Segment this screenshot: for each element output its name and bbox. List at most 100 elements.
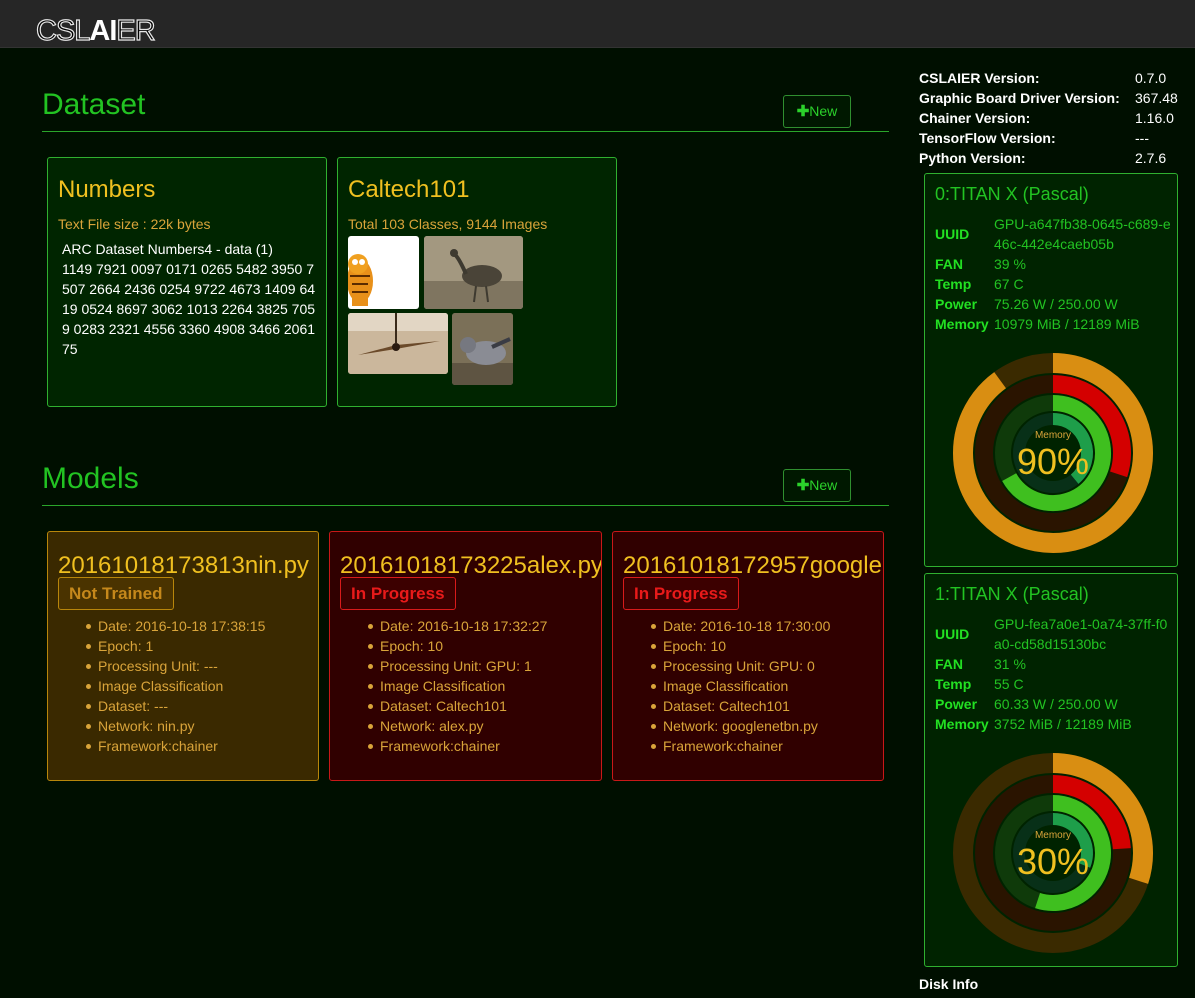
list-item: Date: 2016-10-18 17:30:00 [650,618,831,634]
gpu-title: 0:TITAN X (Pascal) [935,184,1089,204]
gauge-percent: 30% [1017,841,1089,882]
version-label: Chainer Version: [919,110,1031,126]
gpu-label: UUID [935,626,970,642]
new-model-label: New [809,477,838,493]
gpu-card: 0:TITAN X (Pascal) UUID GPU-a647fb38-0645… [924,173,1178,567]
plus-icon: ✚ [796,103,810,120]
models-divider [42,505,889,506]
model-card[interactable]: 20161018173813nin.py Not Trained Date: 2… [47,531,319,781]
disk-info-title: Disk Info [919,976,979,992]
gpu-label: Power [935,696,978,712]
version-label: Python Version: [919,150,1026,166]
gpu-label: Temp [935,676,972,692]
version-value: 367.48 [1135,90,1178,106]
app-logo[interactable]: CSLAIER [35,13,157,49]
list-item: Image Classification [650,676,830,696]
status-badge: In Progress [623,577,739,610]
list-item: Date: 2016-10-18 17:38:15 [85,618,266,634]
dataset-card-numbers[interactable]: Numbers Text File size : 22k bytes ARC D… [47,157,327,407]
gpu-title: 1:TITAN X (Pascal) [935,584,1089,604]
logo-prefix: CSL [35,14,91,47]
dataset-name: Caltech101 [348,176,470,203]
new-model-button[interactable]: ✚New [783,469,851,502]
version-value: 0.7.0 [1135,70,1167,86]
gauge-label: Memory [1035,430,1071,441]
gpu-label: FAN [935,656,963,672]
gauge-percent: 90% [1017,441,1089,482]
version-row: TensorFlow Version: --- [919,128,1181,148]
thumbnail-garfield [348,236,419,309]
thumbnail-emu [424,236,523,309]
list-item: Network: alex.py [367,716,547,736]
gpu-label: UUID [935,226,970,242]
gpu-memory-gauge: Memory 30% [953,753,1153,953]
plus-icon: ✚ [796,477,810,494]
gpu-temp: 67 C [994,276,1024,292]
gpu-temp: 55 C [994,676,1024,692]
thumbnail-pigeon [452,313,513,385]
list-item: Date: 2016-10-18 17:32:27 [367,618,548,634]
status-badge: In Progress [340,577,456,610]
version-value: 1.16.0 [1135,110,1174,126]
status-badge: Not Trained [58,577,174,610]
model-name: 20161018173813nin.py [58,552,309,579]
version-row: Graphic Board Driver Version: 367.48 [919,88,1181,108]
version-value: --- [1135,130,1149,146]
dataset-section-title: Dataset [42,88,146,121]
version-row: Python Version: 2.7.6 [919,148,1181,168]
gauge-label: Memory [1035,830,1071,841]
top-bar: CSLAIER [0,0,1195,48]
dataset-preview-text: ARC Dataset Numbers4 - data (1) 1149 792… [62,241,316,357]
gpu-label: Memory [935,316,989,332]
list-item: Image Classification [367,676,547,696]
model-card[interactable]: 20161018173225alex.py In Progress Date: … [329,531,602,781]
gpu-label: Power [935,296,978,312]
list-item: Processing Unit: --- [85,656,265,676]
gpu-label: FAN [935,256,963,272]
list-item: Framework:chainer [85,736,265,756]
dataset-divider [42,131,889,132]
new-dataset-label: New [809,103,838,119]
gpu-memory: 3752 MiB / 12189 MiB [994,716,1132,732]
list-item: Network: nin.py [85,716,265,736]
model-card[interactable]: 20161018172957googlenetbn.py In Progress… [612,531,884,781]
gpu-memory: 10979 MiB / 12189 MiB [994,316,1140,332]
logo-suffix: ER [116,14,157,47]
gpu-label: Temp [935,276,972,292]
model-details: Date: 2016-10-18 17:38:15 Epoch: 1 Proce… [85,616,266,756]
version-label: TensorFlow Version: [919,130,1056,146]
list-item: Epoch: 10 [367,636,547,656]
gpu-uuid: GPU-a647fb38-0645-c689-e46c-442e4caeb05b [994,216,1171,252]
list-item: Framework:chainer [650,736,830,756]
version-label: Graphic Board Driver Version: [919,90,1120,106]
gpu-card: 1:TITAN X (Pascal) UUID GPU-fea7a0e1-0a74… [924,573,1178,967]
dataset-card-caltech101[interactable]: Caltech101 Total 103 Classes, 9144 Image… [337,157,617,407]
dataset-subtitle: Text File size : 22k bytes [58,216,211,232]
version-row: CSLAIER Version: 0.7.0 [919,68,1181,88]
version-info: CSLAIER Version: 0.7.0 Graphic Board Driv… [919,68,1181,168]
list-item: Epoch: 10 [650,636,830,656]
model-name: 20161018173225alex.py [340,552,602,579]
dataset-name: Numbers [58,176,156,203]
list-item: Framework:chainer [367,736,547,756]
models-section-title: Models [42,462,139,495]
gpu-uuid: GPU-fea7a0e1-0a74-37ff-f0a0-cd58d15130bc [994,616,1168,652]
model-details: Date: 2016-10-18 17:32:27 Epoch: 10 Proc… [367,616,548,756]
list-item: Processing Unit: GPU: 1 [367,656,547,676]
list-item: Dataset: --- [85,696,265,716]
gpu-fan: 39 % [994,256,1026,272]
list-item: Dataset: Caltech101 [367,696,547,716]
gpu-fan: 31 % [994,656,1026,672]
list-item: Dataset: Caltech101 [650,696,830,716]
model-name: 20161018172957googlenetbn.py [623,552,883,579]
version-row: Chainer Version: 1.16.0 [919,108,1181,128]
new-dataset-button[interactable]: ✚New [783,95,851,128]
thumbnail-ceiling-fan [348,313,448,374]
dataset-subtitle: Total 103 Classes, 9144 Images [348,216,548,232]
gpu-power: 75.26 W / 250.00 W [994,296,1118,312]
version-label: CSLAIER Version: [919,70,1040,86]
list-item: Processing Unit: GPU: 0 [650,656,830,676]
gpu-memory-gauge: Memory 90% [953,353,1153,553]
logo-highlight: AI [89,15,117,47]
list-item: Network: googlenetbn.py [650,716,830,736]
